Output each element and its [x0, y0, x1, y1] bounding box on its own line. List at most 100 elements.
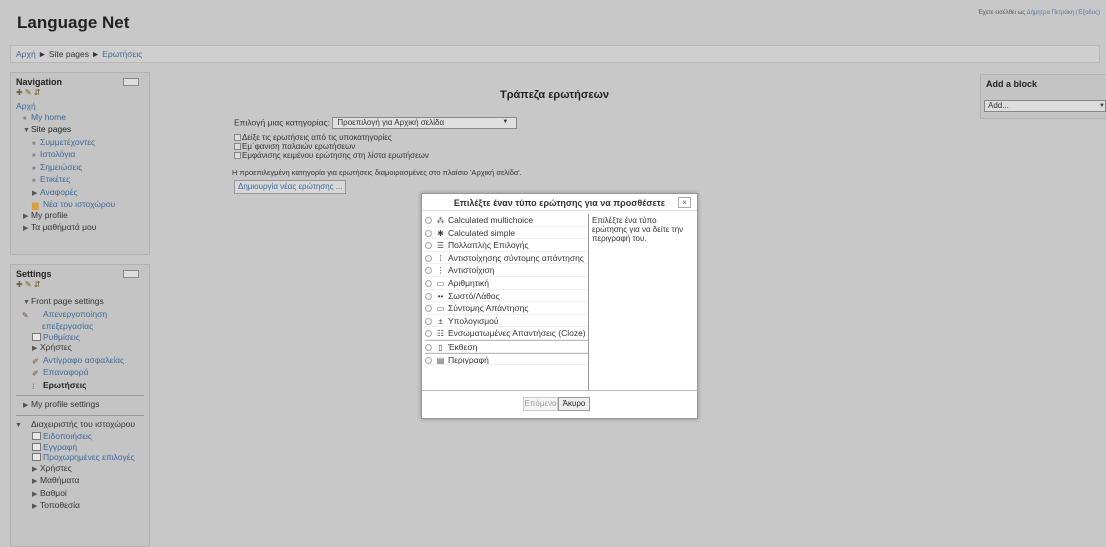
radio-button[interactable]	[425, 305, 432, 313]
question-type-description: Επιλέξτε ένα τύπο ερώτησης για να δείτε …	[592, 216, 684, 243]
calculated-multichoice-icon: ⁂	[436, 216, 445, 225]
checkbox[interactable]	[234, 134, 241, 141]
advanced-link[interactable]: Προχωρημένες επιλογές	[16, 452, 144, 463]
dock-icons[interactable]: ✚ ✎ ⇵	[11, 279, 149, 290]
checkbox[interactable]	[234, 143, 241, 150]
question-type-list: ⁂ Calculated multichoice ✱ Calculated simp…	[425, 214, 588, 391]
backup-link[interactable]: ✐ Αντίγραφο ασφαλείας	[16, 355, 144, 368]
dialog-divider	[588, 214, 589, 391]
page-header: Language Net Έχετε εισέλθει ως Δήμητρα Π…	[0, 0, 1106, 38]
option-question-text[interactable]: Εμφάνισης κειμένου ερώτησης στη λίστα ερ…	[234, 151, 429, 160]
add-block-title: Add a block	[986, 79, 1038, 89]
forum-icon: ▆	[32, 200, 39, 210]
dialog-header: Επιλέξτε έναν τύπο ερώτησης για να προσθ…	[422, 194, 697, 211]
category-select[interactable]: Προεπιλογή για Αρχική σελίδα ▼	[332, 117, 518, 129]
nav-site-news[interactable]: ▆ Νέα του ιστοχώρου	[16, 199, 144, 210]
settings-link[interactable]: Ρυθμίσεις	[16, 332, 144, 343]
nav-blogs[interactable]: ■ Ιστολόγια	[16, 149, 144, 162]
category-label: Επιλογή μιας κατηγορίας:	[234, 117, 330, 128]
nav-tags[interactable]: ■ Ετικέτες	[16, 174, 144, 187]
breadcrumb-current[interactable]: Ερωτήσεις	[102, 49, 142, 59]
radio-button[interactable]	[425, 229, 432, 237]
question-type-dialog: Επιλέξτε έναν τύπο ερώτησης για να προσθ…	[421, 193, 698, 419]
radio-button[interactable]	[425, 317, 432, 325]
restore-icon: ✐	[32, 369, 39, 378]
admin-grades[interactable]: ▶ Βαθμοί	[16, 488, 144, 501]
nav-my-profile[interactable]: ▶ My profile	[16, 210, 144, 223]
nav-home[interactable]: Αρχή	[16, 101, 144, 112]
qtype-truefalse[interactable]: •• Σωστό/Λάθος	[425, 290, 588, 303]
page-title: Τράπεζα ερωτήσεων	[500, 89, 609, 101]
truefalse-icon: ••	[437, 291, 444, 301]
qtype-short-answer[interactable]: ▭ Σύντομης Απάντησης	[425, 302, 588, 315]
add-block-select[interactable]: Add... ▼	[984, 100, 1106, 112]
dock-icons[interactable]: ✚ ✎ ⇵	[11, 87, 149, 98]
turn-off-editing[interactable]: ✎ Απενεργοποίηση επεξεργασίας	[16, 309, 144, 332]
description-icon: ▤	[436, 355, 445, 365]
cancel-button[interactable]: Άκυρο	[558, 397, 590, 411]
nav-reports[interactable]: ▶ Αναφορές	[16, 187, 144, 200]
radio-button[interactable]	[425, 267, 432, 275]
dialog-title: Επιλέξτε έναν τύπο ερώτησης για να προσθ…	[453, 198, 666, 208]
option-old-questions[interactable]: Εμ΄φανιση παλαιών ερωτήσεων	[234, 142, 429, 151]
pencil-icon: ✎	[22, 310, 29, 320]
qtype-essay[interactable]: ▯ Έκθεση	[425, 339, 588, 353]
collapse-icon[interactable]	[123, 78, 139, 86]
nav-my-courses[interactable]: ▶ Τα μαθήματά μου	[16, 222, 144, 235]
breadcrumb-home[interactable]: Αρχή	[16, 49, 36, 59]
radio-button[interactable]	[425, 279, 432, 287]
restore-link[interactable]: ✐ Επαναφορά	[16, 367, 144, 380]
radio-button[interactable]	[425, 254, 432, 262]
nav-participants[interactable]: ■ Συμμετέχοντες	[16, 137, 144, 150]
admin-users[interactable]: ▶ Χρήστες	[16, 463, 144, 476]
breadcrumb-sep: ►	[89, 49, 103, 59]
radio-button[interactable]	[425, 217, 432, 224]
admin-location[interactable]: ▶ Τοποθεσία	[16, 500, 144, 513]
qtype-calculated-multichoice[interactable]: ⁂ Calculated multichoice	[425, 214, 588, 227]
radio-button[interactable]	[425, 242, 432, 250]
settings-block: Settings ✚ ✎ ⇵ ▼Front page settings ✎ Απε…	[10, 264, 150, 547]
add-block: Add a block	[980, 74, 1106, 119]
registration-link[interactable]: Εγγραφή	[16, 442, 144, 453]
chevron-down-icon: ▼	[502, 119, 509, 125]
next-button[interactable]: Επόμενο	[523, 397, 558, 411]
breadcrumb: Αρχή ► Site pages ► Ερωτήσεις	[10, 45, 1100, 63]
my-profile-settings[interactable]: ▶ My profile settings	[16, 399, 144, 412]
multichoice-icon: ☰	[436, 241, 445, 251]
radio-button[interactable]	[425, 330, 432, 338]
notifications-link[interactable]: Ειδοποιήσεις	[16, 431, 144, 442]
qtype-calculated-simple[interactable]: ✱ Calculated simple	[425, 227, 588, 240]
radio-button[interactable]	[425, 292, 432, 300]
option-subcategories[interactable]: Δείξε τις ερωτήσεις από τις υποκατηγορίε…	[234, 133, 429, 142]
qtype-cloze[interactable]: ☷ Ενσωματωμένες Απαντήσεις (Cloze)	[425, 327, 588, 340]
front-page-settings[interactable]: ▼Front page settings	[16, 296, 144, 309]
user-link[interactable]: Δήμητρα Πετράκη	[1027, 10, 1075, 16]
backup-icon: ✐	[32, 356, 39, 366]
qtype-numerical[interactable]: ▭ Αριθμητική	[425, 277, 588, 290]
essay-icon: ▯	[438, 342, 443, 352]
qtype-random-short-answer-match[interactable]: ⁞ Αντιστοίχησης σύντομης απάντησης	[425, 252, 588, 265]
nav-site-pages[interactable]: ▼Site pages	[16, 124, 144, 137]
radio-button[interactable]	[425, 356, 432, 364]
users-link[interactable]: ▶ Χρήστες	[16, 342, 144, 355]
radio-button[interactable]	[425, 343, 432, 351]
qtype-multichoice[interactable]: ☰ Πολλαπλής Επιλογής	[425, 239, 588, 252]
site-admin[interactable]: ▼ Διαχειριστής του ιστοχώρου	[15, 419, 144, 432]
category-row: Επιλογή μιας κατηγορίας: Προεπιλογή για …	[234, 117, 518, 129]
qtype-description[interactable]: ▤ Περιγραφή	[425, 352, 588, 366]
collapse-icon[interactable]	[123, 270, 139, 278]
checkbox[interactable]	[234, 152, 241, 159]
close-icon[interactable]: ×	[678, 197, 691, 208]
site-logo[interactable]: Language Net	[17, 13, 129, 33]
nav-notes[interactable]: ■ Σημειώσεις	[16, 162, 144, 175]
questions-link[interactable]: ⁝ Ερωτήσεις	[16, 380, 144, 393]
options-list: Δείξε τις ερωτήσεις από τις υποκατηγορίε…	[234, 133, 429, 160]
qtype-match[interactable]: ⋮ Αντιστοίχιση	[425, 264, 588, 277]
logout-link[interactable]: (Έξοδος)	[1074, 10, 1100, 16]
nav-my-home[interactable]: ■ My home	[16, 112, 144, 125]
create-question-button[interactable]: Δημιουργία νέας ερώτησης ...	[234, 180, 347, 194]
shortanswer-icon: ▭	[436, 304, 445, 314]
qtype-calculated[interactable]: ± Υπολογισμού	[425, 315, 588, 328]
category-note: Η προεπιλεγμένη κατηγορία για ερωτήσεις …	[232, 168, 522, 177]
admin-courses[interactable]: ▶ Μαθήματα	[16, 475, 144, 488]
